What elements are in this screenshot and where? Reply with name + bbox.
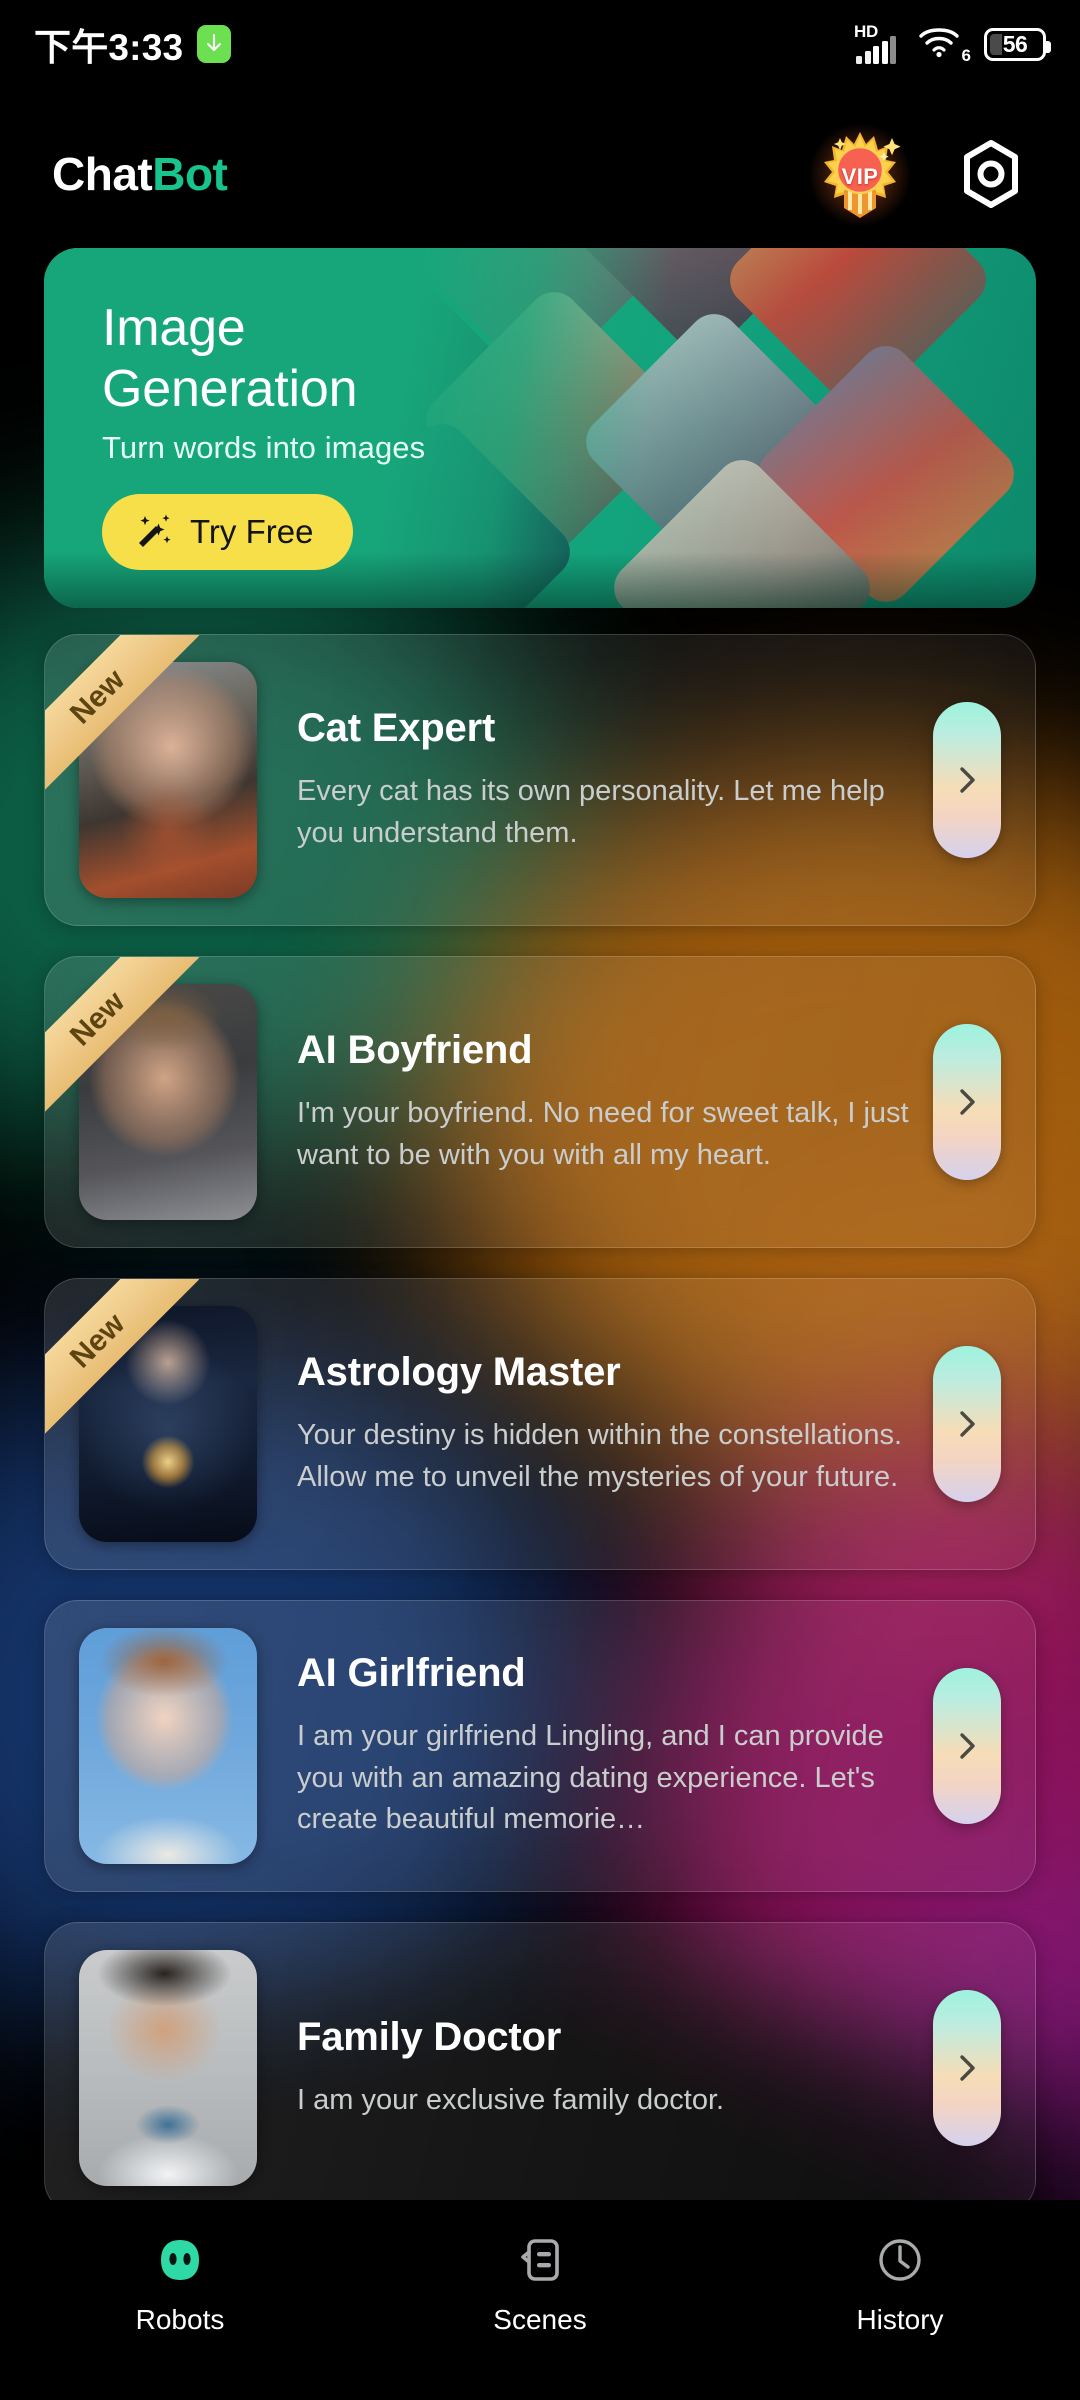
brand-bot-text: Bot [152,148,228,200]
open-bot-button[interactable] [933,702,1001,858]
app-logo: ChatBot [52,147,228,201]
bot-info: AI Girlfriend I am your girlfriend Lingl… [257,1651,933,1841]
banner-subtitle: Turn words into images [102,429,426,465]
chevron-right-icon [960,1733,975,1759]
status-bar: 下午3:33 HD 6 56 [0,0,1080,88]
status-bar-right: HD 6 56 [854,22,1051,65]
bot-avatar [79,1628,257,1864]
vip-badge-button[interactable]: VIP [808,120,912,230]
nav-label-robots: Robots [135,2304,225,2335]
status-bar-left: 下午3:33 [34,17,232,71]
open-bot-button[interactable] [933,1024,1001,1180]
bot-description: Your destiny is hidden within the conste… [297,1418,903,1493]
chevron-right-icon [960,767,975,793]
wifi-generation-label: 6 [961,46,971,65]
app-screen: 下午3:33 HD 6 56 ChatBot VIP Image Generat… [0,0,1080,2400]
bot-description: I'm your boyfriend. No need for sweet ta… [297,1096,909,1171]
app-header: ChatBot VIP [0,118,1080,230]
bot-name: Family Doctor [297,2014,562,2059]
open-bot-button[interactable] [933,1346,1001,1502]
bot-description: Every cat has its own personality. Let m… [297,774,885,849]
bot-card-cat-expert[interactable]: New Cat Expert Every cat has its own per… [44,634,1036,926]
bottom-navigation-bar: Robots Scenes History [0,2200,1080,2400]
banner-copy: Image Generation Turn words into images … [102,298,425,570]
bot-card-ai-boyfriend[interactable]: New AI Boyfriend I'm your boyfriend. No … [44,956,1036,1248]
battery-level-fill [990,33,1002,55]
bot-name: Astrology Master [297,1349,621,1394]
bot-list: New Cat Expert Every cat has its own per… [0,634,1080,2200]
clock-icon [872,2232,928,2288]
battery-icon: 56 [984,27,1051,61]
image-generation-banner[interactable]: Image Generation Turn words into images … [44,248,1036,608]
bot-description: I am your girlfriend Lingling, and I can… [297,1719,884,1836]
cellular-signal-icon: HD [854,22,900,64]
nav-item-robots[interactable]: Robots [0,2232,360,2336]
chevron-right-icon [960,1411,975,1437]
bot-card-astrology-master[interactable]: New Astrology Master Your destiny is hid… [44,1278,1036,1570]
chevron-right-icon [960,1089,975,1115]
nav-label-history: History [856,2304,944,2335]
hexagon-settings-icon[interactable] [954,137,1028,211]
robot-face-icon [152,2232,208,2288]
bot-name: Cat Expert [297,705,496,750]
bot-card-family-doctor[interactable]: Family Doctor I am your exclusive family… [44,1922,1036,2200]
bot-info: Family Doctor I am your exclusive family… [257,2015,933,2122]
banner-title-line2: Generation [102,359,358,418]
download-arrow-icon [197,25,232,63]
scenes-card-icon [512,2232,568,2288]
nav-label-scenes: Scenes [493,2304,587,2335]
nav-item-scenes[interactable]: Scenes [360,2232,720,2336]
signal-bars [856,36,896,64]
nav-item-history[interactable]: History [720,2232,1080,2336]
magic-wand-icon [139,514,171,547]
vip-label: VIP [841,164,879,189]
banner-title-line1: Image [102,299,246,357]
bot-info: Astrology Master Your destiny is hidden … [257,1350,933,1499]
try-free-button[interactable]: Try Free [102,493,354,570]
bot-card-ai-girlfriend[interactable]: AI Girlfriend I am your girlfriend Lingl… [44,1600,1036,1892]
try-free-label: Try Free [190,512,314,550]
chevron-right-icon [960,2055,975,2081]
open-bot-button[interactable] [933,1668,1001,1824]
battery-percent-label: 56 [1002,30,1028,57]
bot-name: AI Boyfriend [297,1027,533,1072]
header-actions: VIP [808,120,1028,230]
wifi-icon: 6 [917,24,971,65]
banner-title: Image Generation [102,298,425,420]
bot-description: I am your exclusive family doctor. [297,2083,725,2116]
brand-chat-text: Chat [52,148,153,200]
bot-info: AI Boyfriend I'm your boyfriend. No need… [257,1028,933,1177]
bot-info: Cat Expert Every cat has its own persona… [257,706,933,855]
scroll-content[interactable]: Image Generation Turn words into images … [0,230,1080,2200]
bot-name: AI Girlfriend [297,1650,526,1695]
bot-avatar [79,1950,257,2186]
status-bar-clock: 下午3:33 [34,27,184,68]
open-bot-button[interactable] [933,1990,1001,2146]
